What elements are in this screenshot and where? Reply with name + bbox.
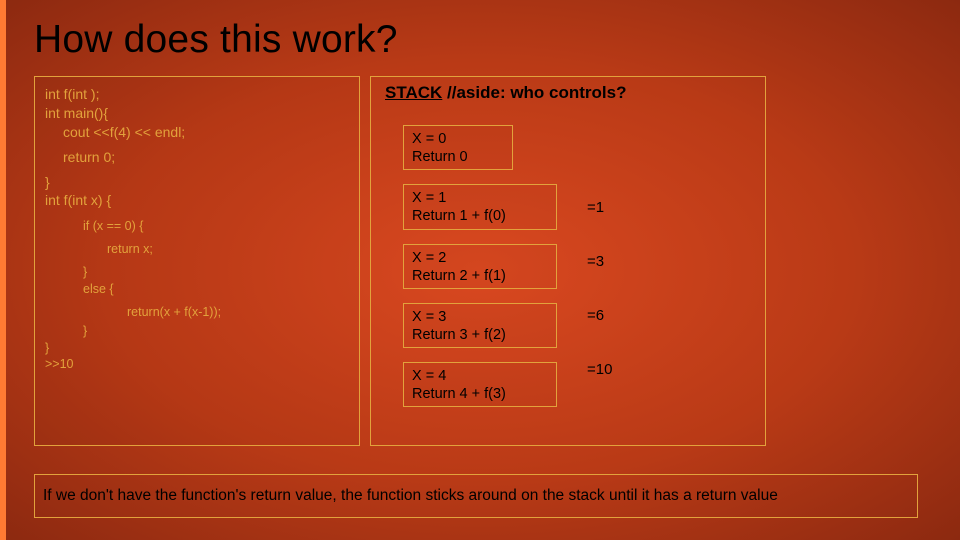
frame-line: Return 4 + f(3) — [412, 385, 548, 403]
code-line: >>10 — [45, 356, 349, 373]
code-line: return x; — [45, 241, 349, 258]
frame-line: Return 2 + f(1) — [412, 267, 548, 285]
code-line: } — [45, 323, 349, 340]
stack-frame: X = 2 Return 2 + f(1) — [403, 244, 557, 289]
frame-line: X = 1 — [412, 189, 548, 207]
code-line: int f(int ); — [45, 85, 349, 104]
frame-line: Return 3 + f(2) — [412, 326, 548, 344]
code-box: int f(int ); int main(){ cout <<f(4) << … — [34, 76, 360, 446]
result-value: =1 — [587, 181, 612, 235]
frame-line: X = 0 — [412, 130, 504, 148]
footer-text: If we don't have the function's return v… — [43, 487, 778, 505]
frame-line: Return 0 — [412, 148, 504, 166]
code-line: } — [45, 264, 349, 281]
stack-heading: STACK //aside: who controls? — [385, 83, 755, 103]
stack-box: STACK //aside: who controls? X = 0 Retur… — [370, 76, 766, 446]
result-value: =6 — [587, 289, 612, 343]
accent-bar — [0, 0, 6, 540]
stack-heading-rest: //aside: who controls? — [442, 83, 626, 102]
result-value: =10 — [587, 343, 612, 397]
stack-results: =1 =3 =6 =10 — [587, 181, 612, 397]
frame-line: X = 2 — [412, 249, 548, 267]
frame-line: X = 3 — [412, 308, 548, 326]
stack-frame: X = 1 Return 1 + f(0) — [403, 184, 557, 229]
code-line: cout <<f(4) << endl; — [45, 123, 349, 142]
code-line: else { — [45, 281, 349, 298]
result-value: =3 — [587, 235, 612, 289]
stack-frame: X = 4 Return 4 + f(3) — [403, 362, 557, 407]
slide: How does this work? int f(int ); int mai… — [0, 0, 960, 540]
frame-line: Return 1 + f(0) — [412, 207, 548, 225]
code-line: int f(int x) { — [45, 191, 349, 210]
content-row: int f(int ); int main(){ cout <<f(4) << … — [34, 76, 926, 446]
stack-frame: X = 0 Return 0 — [403, 125, 513, 170]
frame-line: X = 4 — [412, 367, 548, 385]
stack-frame: X = 3 Return 3 + f(2) — [403, 303, 557, 348]
code-line: int main(){ — [45, 104, 349, 123]
footer-note: If we don't have the function's return v… — [34, 474, 918, 518]
slide-title: How does this work? — [34, 18, 926, 62]
code-line: return 0; — [45, 148, 349, 167]
stack-heading-bold: STACK — [385, 83, 442, 102]
code-line: return(x + f(x-1)); — [45, 304, 349, 321]
code-line: } — [45, 173, 349, 192]
code-line: } — [45, 340, 349, 357]
code-line: if (x == 0) { — [45, 218, 349, 235]
stack-frames: X = 0 Return 0 X = 1 Return 1 + f(0) X =… — [403, 125, 557, 421]
